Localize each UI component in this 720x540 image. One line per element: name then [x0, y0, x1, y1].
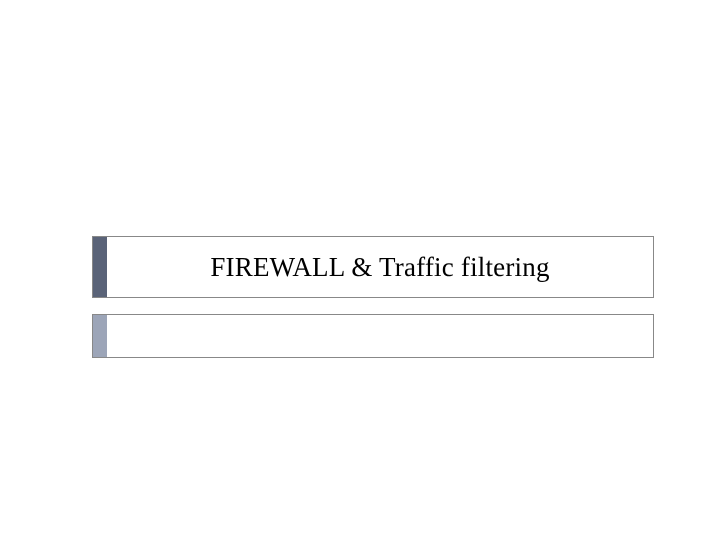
subtitle-accent-bar — [93, 315, 107, 357]
title-block: FIREWALL & Traffic filtering — [92, 236, 654, 298]
subtitle-block — [92, 314, 654, 358]
slide-title: FIREWALL & Traffic filtering — [210, 252, 549, 283]
title-text-wrap: FIREWALL & Traffic filtering — [107, 237, 653, 297]
subtitle-text-wrap — [107, 315, 653, 357]
title-accent-bar — [93, 237, 107, 297]
